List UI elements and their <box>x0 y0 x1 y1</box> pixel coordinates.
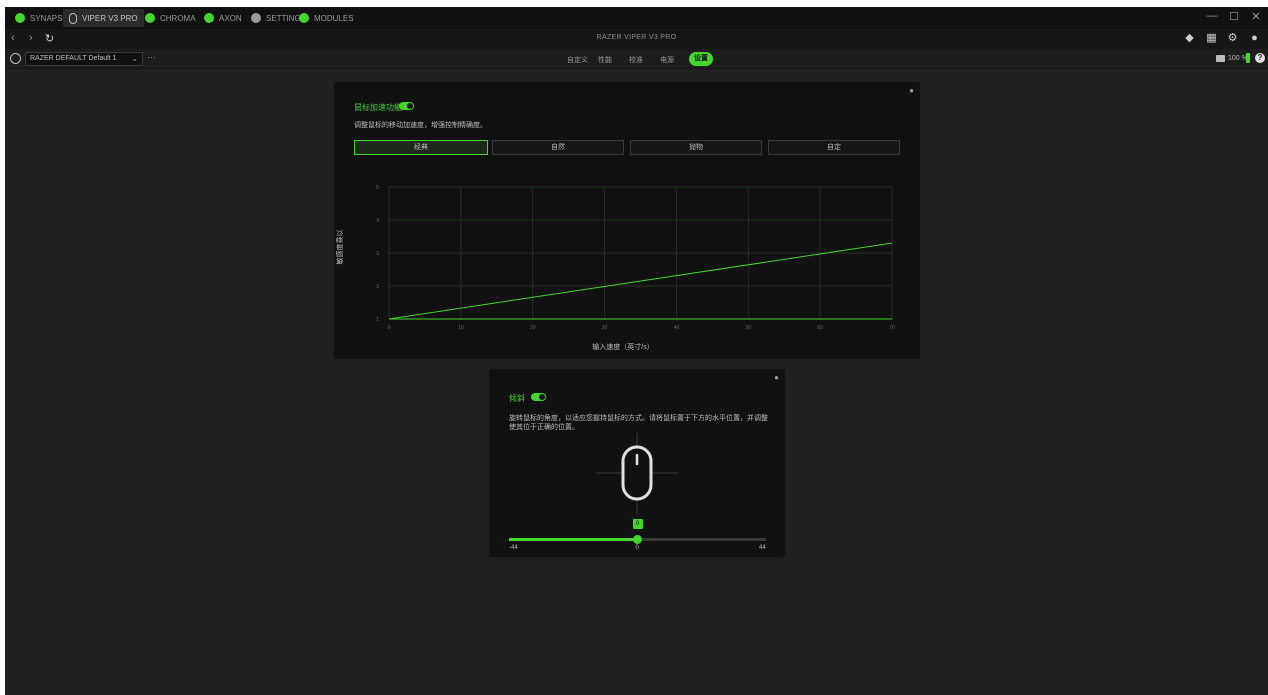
x-tick-label: 10 <box>458 325 464 331</box>
subtab-power[interactable]: 电源 <box>660 55 674 65</box>
subtab-performance[interactable]: 性能 <box>598 55 612 65</box>
y-tick-label: 3 <box>376 251 379 257</box>
tab-modules[interactable]: MODULES <box>293 9 360 27</box>
profile-more-button[interactable]: ··· <box>147 52 156 62</box>
subtab-customize[interactable]: 自定义 <box>567 55 588 65</box>
y-tick-label: 4 <box>376 218 379 224</box>
x-tick-label: 50 <box>746 325 752 331</box>
chevron-down-icon: ⌄ <box>131 54 138 63</box>
nav-bar: ‹ › ↻ RAZER VIPER V3 PRO ◆ ▦ ⚙ ● <box>5 29 1268 49</box>
profile-select-value: RAZER DEFAULT Default 1 <box>30 55 117 62</box>
profile-select[interactable]: RAZER DEFAULT Default 1 ⌄ <box>25 52 143 66</box>
y-tick-label: 2 <box>376 284 379 290</box>
x-axis-label: 输入速度（英寸/s） <box>592 342 653 351</box>
tab-device[interactable]: VIPER V3 PRO <box>63 9 144 27</box>
x-tick-label: 40 <box>674 325 680 331</box>
x-tick-label: 20 <box>530 325 536 331</box>
mouse-icon <box>69 12 77 24</box>
battery-status-icon <box>1216 55 1225 62</box>
tilt-slider-max: 44 <box>759 545 766 551</box>
battery-icon <box>1246 53 1250 63</box>
x-tick-label: 70 <box>889 325 895 331</box>
subtab-settings-active[interactable]: 设置 <box>689 52 713 66</box>
tab-chroma[interactable]: CHROMA <box>139 9 202 27</box>
tab-label: VIPER V3 PRO <box>82 13 138 23</box>
y-tick-label: 5 <box>376 185 379 191</box>
chroma-icon <box>145 13 155 23</box>
tilt-slider-thumb[interactable] <box>633 535 642 544</box>
settings-icon[interactable]: ⚙ <box>1227 33 1238 44</box>
user-avatar-icon[interactable]: ● <box>1249 33 1260 44</box>
axon-icon <box>204 13 214 23</box>
acceleration-panel: ● 鼠标加速功能 调整鼠标的移动加速度，增强控制精确度。 经典 自然 抛物 自定… <box>334 82 920 359</box>
x-tick-label: 0 <box>388 325 391 331</box>
help-icon[interactable]: ? <box>1255 53 1265 63</box>
gear-icon <box>251 13 261 23</box>
profile-icon <box>10 53 21 64</box>
acceleration-curve[interactable] <box>388 242 893 320</box>
sub-bar: RAZER DEFAULT Default 1 ⌄ ··· 自定义 性能 校准 … <box>5 49 1268 69</box>
battery-percent: 100 % <box>1228 55 1248 62</box>
maximize-button[interactable]: ☐ <box>1227 10 1241 23</box>
razer-logo-icon <box>15 13 25 23</box>
minimize-button[interactable]: — <box>1205 10 1219 22</box>
y-axis-label: 敏感度乘以 <box>335 230 344 265</box>
tilt-slider-fill <box>509 538 638 541</box>
tab-bar: SYNAPSE VIPER V3 PRO CHROMA AXON SETTING… <box>5 7 1268 29</box>
tilt-slider-min: -44 <box>509 545 518 551</box>
x-tick-label: 30 <box>602 325 608 331</box>
tab-label: MODULES <box>314 13 354 23</box>
y-tick-label: 1 <box>376 317 379 323</box>
acceleration-chart: 0 10 20 30 40 50 60 70 1 2 3 4 5 输入速度（英寸/s） 敏感度乘以 <box>335 185 895 351</box>
tilt-slider-value: 0 <box>632 519 643 529</box>
x-tick-label: 60 <box>817 325 823 331</box>
notification-icon[interactable]: ◆ <box>1184 33 1195 44</box>
apps-grid-icon[interactable]: ▦ <box>1206 33 1217 44</box>
subtab-calibration[interactable]: 校准 <box>629 55 643 65</box>
tilt-slider[interactable] <box>509 535 766 544</box>
modules-icon <box>299 13 309 23</box>
window-title: RAZER VIPER V3 PRO <box>596 34 677 41</box>
tilt-slider-mid: 0 <box>635 545 639 551</box>
app-window: SYNAPSE VIPER V3 PRO CHROMA AXON SETTING… <box>5 7 1268 695</box>
tab-axon[interactable]: AXON <box>198 9 248 27</box>
tilt-panel: ● 倾斜 旋转鼠标的角度，以适应您握持鼠标的方式。请将鼠标置于下方的水平位置，并… <box>489 369 785 557</box>
tab-label: CHROMA <box>160 13 196 23</box>
close-button[interactable]: ✕ <box>1249 10 1263 23</box>
tab-label: AXON <box>219 13 242 23</box>
